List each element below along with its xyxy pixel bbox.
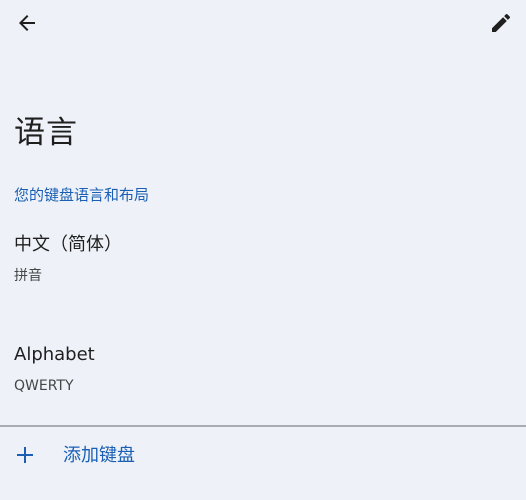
divider	[0, 425, 526, 427]
language-item-chinese-simplified[interactable]: 中文（简体） 拼音	[0, 232, 526, 292]
language-name: 中文（简体）	[14, 234, 122, 255]
page-title: 语言	[14, 115, 78, 151]
language-layout: 拼音	[14, 268, 42, 284]
toolbar	[0, 0, 526, 46]
arrow-back-icon	[19, 15, 35, 31]
language-item-alphabet[interactable]: Alphabet QWERTY	[0, 342, 526, 402]
edit-button[interactable]	[484, 6, 518, 40]
plus-icon	[14, 444, 36, 466]
add-keyboard-label: 添加键盘	[63, 445, 135, 466]
section-header: 您的键盘语言和布局	[14, 186, 150, 204]
language-name: Alphabet	[14, 344, 95, 365]
language-layout: QWERTY	[14, 378, 74, 394]
add-keyboard-button[interactable]: 添加键盘	[0, 432, 526, 480]
back-button[interactable]	[10, 6, 44, 40]
pencil-icon	[492, 13, 511, 33]
language-settings-page: 语言 您的键盘语言和布局 中文（简体） 拼音 Alphabet QWERTY 添…	[0, 0, 526, 500]
